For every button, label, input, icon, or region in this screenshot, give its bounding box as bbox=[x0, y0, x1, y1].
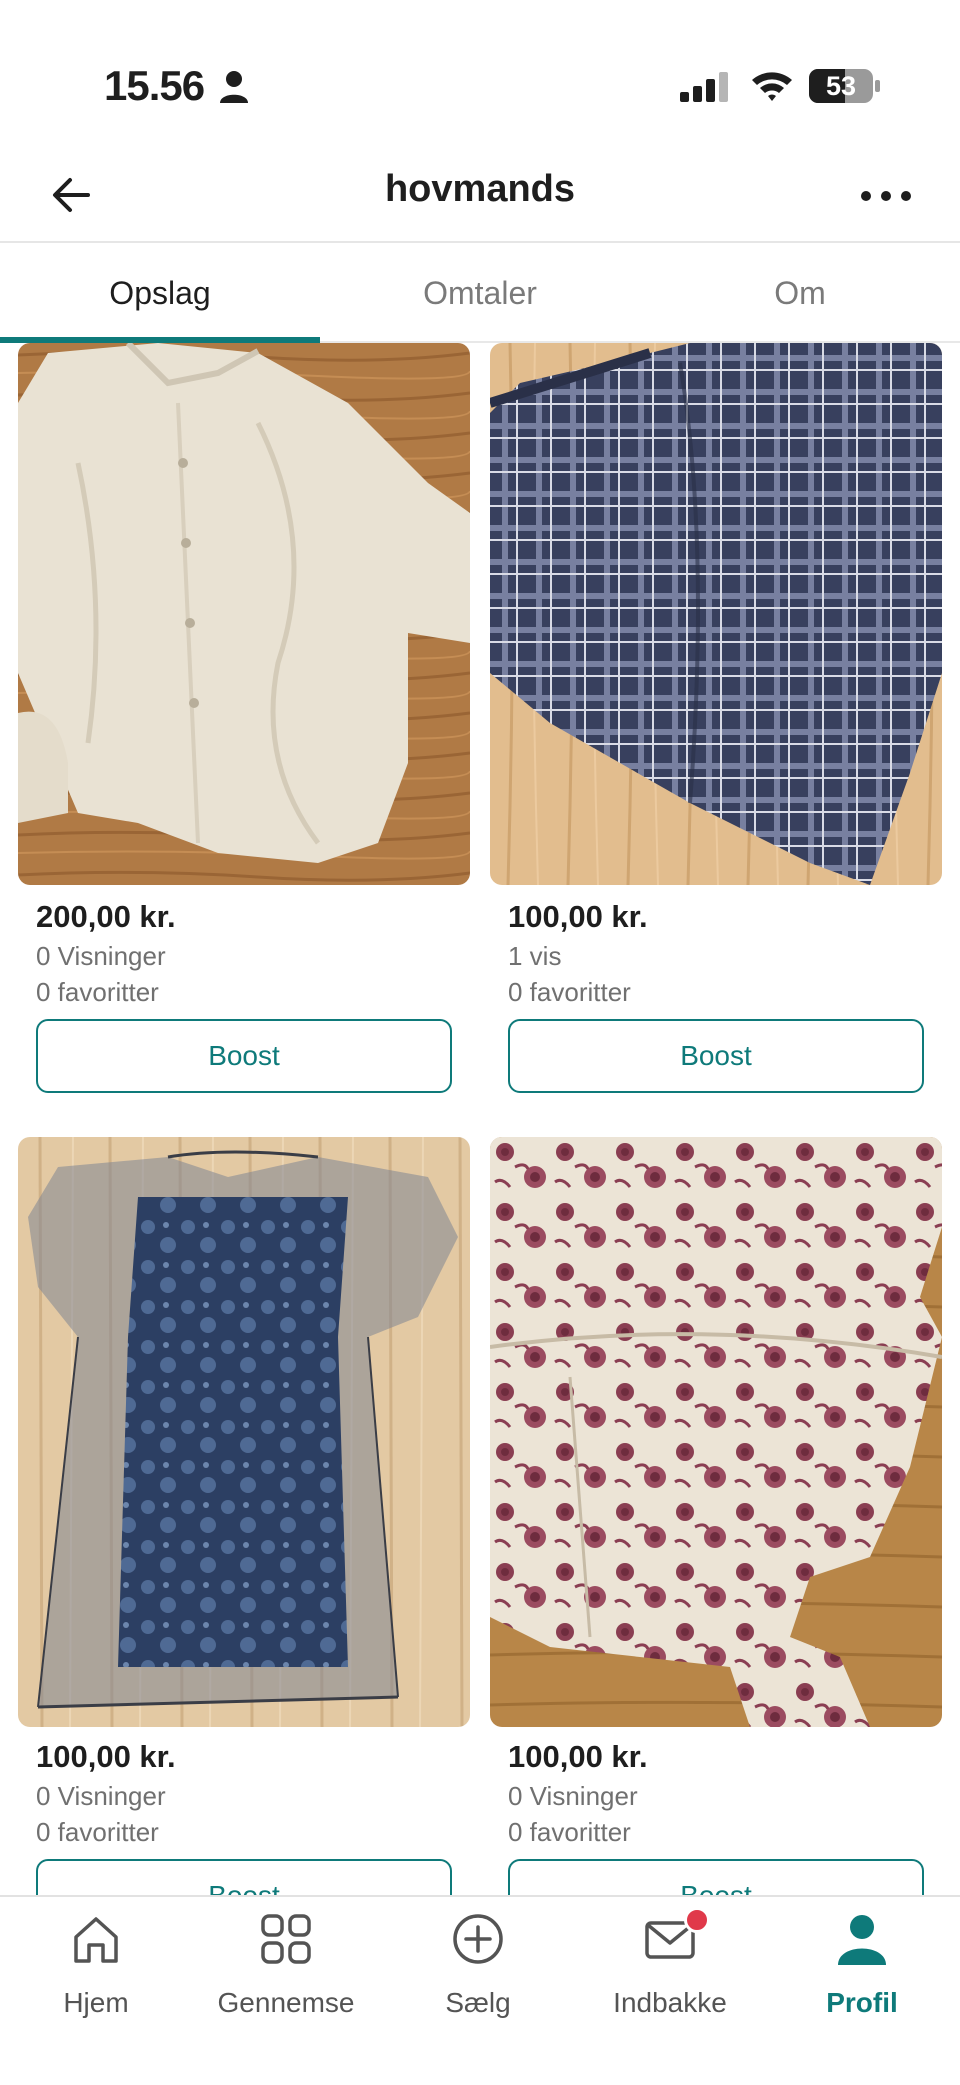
home-icon bbox=[74, 1917, 118, 1963]
nav-label-browse: Gennemse bbox=[217, 1987, 355, 2018]
tab-opslag[interactable]: Opslag bbox=[0, 243, 320, 343]
nav-label-sell: Sælg bbox=[445, 1987, 511, 2018]
top-app-bar: hovmands bbox=[0, 150, 960, 243]
listing-favorites: 0 favoritter bbox=[36, 977, 159, 1007]
nav-item-profile[interactable]: Profil bbox=[766, 1897, 958, 2085]
listing-favorites: 0 favoritter bbox=[36, 1817, 159, 1847]
listing-views: 1 vis bbox=[508, 941, 562, 971]
more-options-icon[interactable] bbox=[858, 176, 914, 216]
listing-views: 0 Visninger bbox=[36, 941, 166, 971]
status-bar: 15.56 53 bbox=[0, 0, 960, 150]
listings-grid: 200,00 kr. 0 Visninger 0 favoritter Boos… bbox=[0, 343, 960, 1895]
tab-om[interactable]: Om bbox=[640, 243, 960, 343]
person-icon bbox=[220, 71, 248, 103]
nav-item-home[interactable]: Hjem bbox=[0, 1897, 192, 2085]
nav-label-profile: Profil bbox=[826, 1987, 898, 2018]
listing-favorites: 0 favoritter bbox=[508, 1817, 631, 1847]
notification-dot bbox=[684, 1907, 710, 1933]
listing-views: 0 Visninger bbox=[36, 1781, 166, 1811]
cellular-signal-icon bbox=[680, 72, 728, 102]
listing-price: 100,00 kr. bbox=[508, 1739, 648, 1774]
boost-button[interactable]: Boost bbox=[508, 1859, 924, 1895]
wifi-icon bbox=[752, 72, 792, 101]
boost-button[interactable]: Boost bbox=[36, 1019, 452, 1093]
nav-item-inbox[interactable]: Indbakke bbox=[574, 1897, 766, 2085]
listing-price: 100,00 kr. bbox=[36, 1739, 176, 1774]
listing-image-sheer-dress[interactable] bbox=[18, 1137, 470, 1727]
nav-item-browse[interactable]: Gennemse bbox=[190, 1897, 382, 2085]
profile-tabs: Opslag Omtaler Om bbox=[0, 243, 960, 343]
listing-price: 100,00 kr. bbox=[508, 899, 648, 934]
plus-circle-icon bbox=[453, 1914, 503, 1964]
status-time: 15.56 bbox=[104, 62, 205, 109]
listing-views: 0 Visninger bbox=[508, 1781, 638, 1811]
page-title: hovmands bbox=[384, 168, 576, 210]
nav-label-home: Hjem bbox=[63, 1987, 129, 2018]
nav-label-inbox: Indbakke bbox=[613, 1987, 727, 2018]
nav-item-sell[interactable]: Sælg bbox=[382, 1897, 574, 2085]
listing-image-blouse[interactable] bbox=[18, 343, 470, 885]
listing-image-floral-blouse[interactable] bbox=[490, 1137, 942, 1727]
bottom-navigation: Hjem Gennemse Sælg Indbakke Profil bbox=[0, 1895, 960, 2085]
battery-icon: 53 bbox=[808, 68, 882, 104]
boost-button[interactable]: Boost bbox=[508, 1019, 924, 1093]
grid-icon bbox=[261, 1914, 311, 1964]
boost-button[interactable]: Boost bbox=[36, 1859, 452, 1895]
tab-omtaler[interactable]: Omtaler bbox=[320, 243, 640, 343]
listing-favorites: 0 favoritter bbox=[508, 977, 631, 1007]
listing-image-plaid-skirt[interactable] bbox=[490, 343, 942, 885]
profile-icon bbox=[838, 1915, 886, 1965]
listing-price: 200,00 kr. bbox=[36, 899, 176, 934]
battery-level: 53 bbox=[825, 71, 857, 101]
